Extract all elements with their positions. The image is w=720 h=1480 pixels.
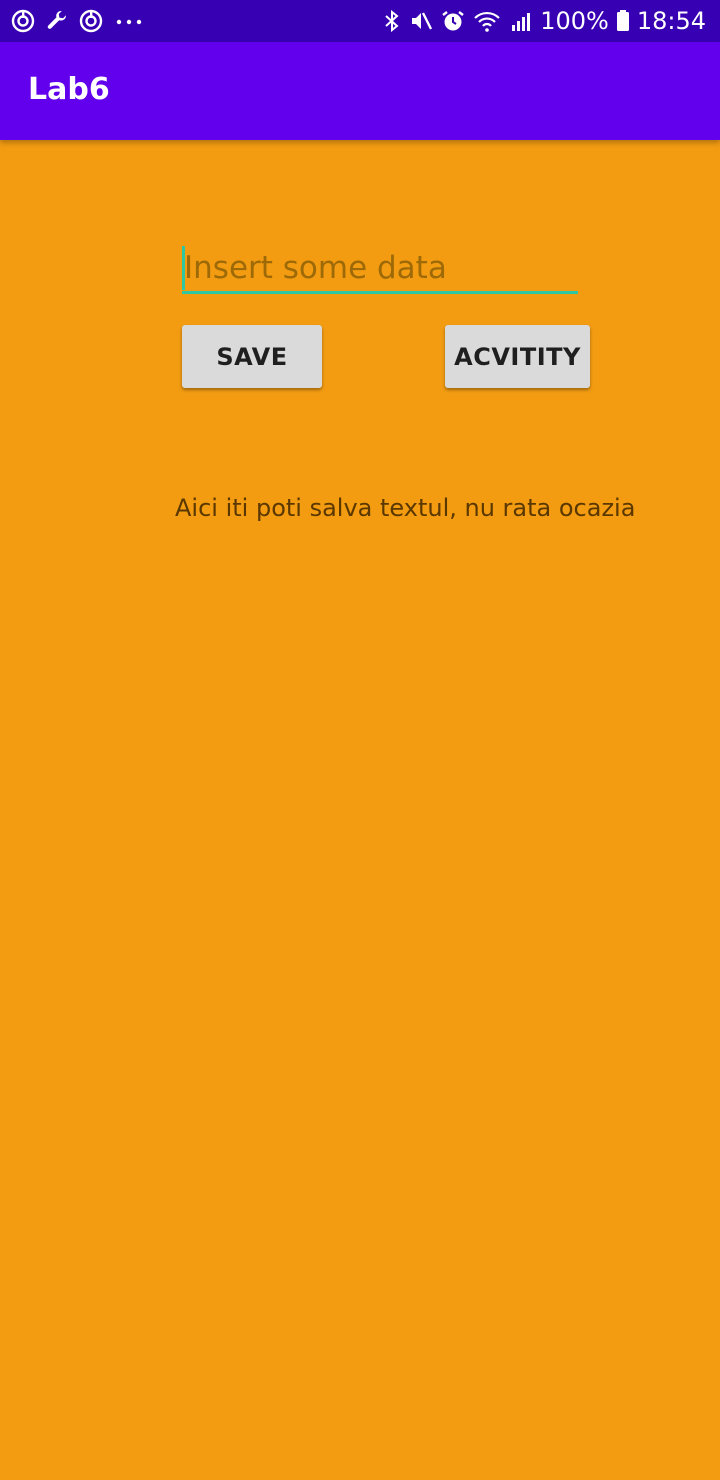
signal-icon xyxy=(508,8,534,34)
page-title: Lab6 xyxy=(28,72,110,107)
status-right-icons: 100% 18:54 xyxy=(382,0,706,42)
clock: 18:54 xyxy=(636,7,706,35)
more-notifications-icon xyxy=(112,8,146,34)
wifi-icon xyxy=(472,8,502,34)
status-left-icons xyxy=(10,0,146,42)
text-cursor xyxy=(182,246,185,290)
data-input-wrapper xyxy=(182,244,578,300)
activity-button[interactable]: ACVITITY xyxy=(445,325,590,388)
data-input[interactable] xyxy=(182,244,578,294)
info-message: Aici iti poti salva textul, nu rata ocaz… xyxy=(175,494,636,522)
app-timer-icon xyxy=(10,8,36,34)
bluetooth-icon xyxy=(382,8,402,34)
battery-percentage: 100% xyxy=(540,7,609,35)
app-bar: Lab6 xyxy=(0,42,720,140)
app-timer-icon-2 xyxy=(78,8,104,34)
mute-icon xyxy=(408,8,434,34)
battery-icon xyxy=(615,8,631,34)
status-bar: 100% 18:54 xyxy=(0,0,720,42)
save-button[interactable]: SAVE xyxy=(182,325,322,388)
alarm-icon xyxy=(440,8,466,34)
wrench-icon xyxy=(44,8,70,34)
